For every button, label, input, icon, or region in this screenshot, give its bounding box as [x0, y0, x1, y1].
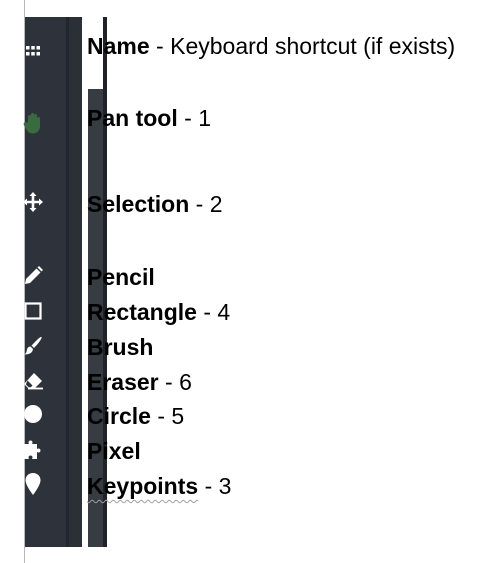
legend-separator: - [158, 369, 180, 395]
hand-icon [23, 113, 40, 134]
move-arrows-icon [23, 192, 43, 212]
tool-shortcut: 2 [209, 191, 223, 217]
legend-row-brush: Brush [87, 334, 153, 360]
tool-name: Eraser [87, 369, 159, 395]
tool-name: Keypoints [87, 473, 199, 499]
selection-tool-button[interactable] [20, 189, 46, 215]
legend-row-eraser: Eraser - 6 [87, 369, 192, 395]
tool-name: Circle [87, 403, 151, 429]
legend-separator: - [198, 473, 219, 499]
legend-separator: - [177, 105, 199, 131]
tool-shortcut: 6 [179, 369, 192, 395]
legend-header: Name - Keyboard shortcut (if exists) [87, 33, 455, 59]
eraser-icon [24, 373, 43, 390]
circle-icon [24, 405, 42, 423]
grid-menu-button[interactable] [20, 38, 46, 64]
legend-row-rectangle: Rectangle - 4 [87, 299, 230, 325]
map-pin-icon [25, 473, 41, 495]
tool-shortcut: 4 [217, 299, 231, 325]
rectangle-tool-button[interactable] [20, 298, 46, 324]
tool-shortcut: 5 [171, 403, 185, 429]
legend-row-selection: Selection - 2 [87, 191, 223, 217]
legend-name-label: Name [87, 33, 150, 59]
brush-tool-button[interactable] [20, 333, 46, 359]
toolbar-divider [66, 17, 69, 547]
tool-name: Brush [87, 334, 154, 360]
eraser-tool-button[interactable] [20, 368, 46, 394]
tool-name: Pixel [87, 438, 141, 464]
pixel-tool-button[interactable] [20, 437, 46, 463]
legend-row-pixel: Pixel [87, 438, 141, 464]
legend-row-keypoints: Keypoints - 3 [87, 473, 231, 499]
pencil-tool-button[interactable] [20, 263, 46, 289]
tool-name: Selection [87, 191, 190, 217]
tool-shortcut: 3 [218, 473, 232, 499]
tool-shortcut: 1 [198, 105, 211, 131]
tool-name: Pencil [87, 264, 155, 290]
square-outline-icon [24, 302, 42, 320]
tool-name: Rectangle [87, 299, 197, 325]
grid-dots-icon [26, 46, 40, 56]
legend-shortcut-label: Keyboard shortcut (if exists) [170, 33, 456, 59]
legend-separator: - [150, 403, 172, 429]
brush-icon [24, 336, 42, 355]
pan-tool-button[interactable] [20, 110, 46, 136]
legend-row-pencil: Pencil [87, 264, 155, 290]
keypoints-tool-button[interactable] [20, 471, 46, 497]
legend-separator: - [189, 191, 210, 217]
legend-separator: - [196, 299, 218, 325]
pencil-icon [25, 266, 43, 284]
legend-row-circle: Circle - 5 [87, 403, 184, 429]
circle-tool-button[interactable] [20, 401, 46, 427]
puzzle-icon [24, 440, 41, 459]
legend-separator: - [149, 33, 171, 59]
tool-name: Pan tool [87, 105, 178, 131]
legend-row-pan: Pan tool - 1 [87, 105, 211, 131]
